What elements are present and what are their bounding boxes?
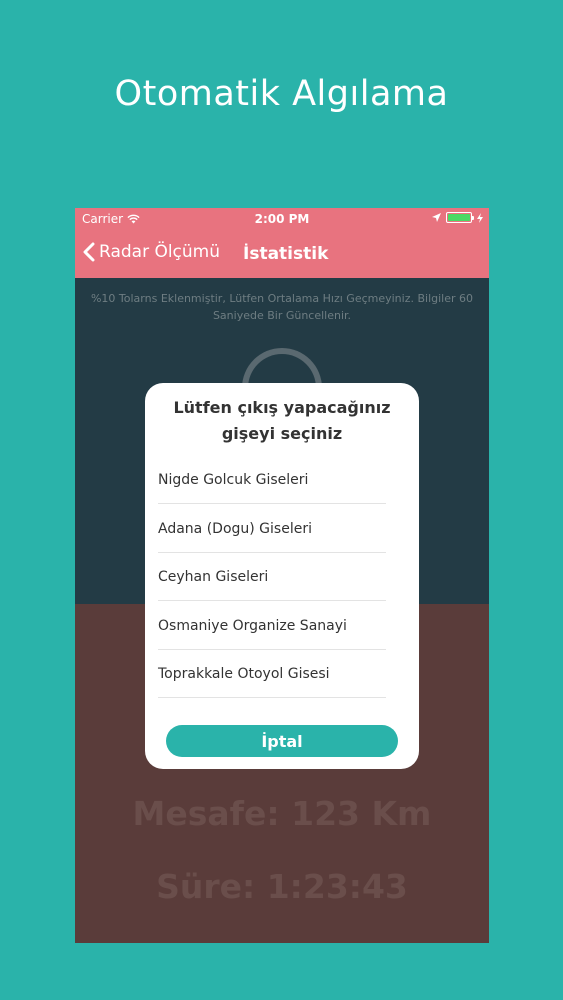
location-arrow-icon — [432, 213, 441, 222]
status-bar: Carrier 2:00 PM — [75, 208, 489, 230]
toll-option[interactable]: Nigde Golcuk Giseleri — [158, 456, 386, 504]
info-text: %10 Tolarns Eklenmiştir, Lütfen Ortalama… — [90, 292, 474, 322]
toll-option[interactable]: Adana (Dogu) Giseleri — [158, 505, 386, 553]
status-time: 2:00 PM — [254, 212, 310, 226]
back-button-label: Radar Ölçümü — [99, 242, 221, 262]
toll-selection-dialog: Lütfen çıkış yapacağınız gişeyi seçiniz … — [145, 383, 419, 769]
toll-option[interactable]: Osmaniye Organize Sanayi — [158, 602, 386, 650]
chevron-left-icon — [83, 242, 95, 262]
nav-title: İstatistik — [243, 244, 329, 264]
nav-bar: Radar Ölçümü İstatistik — [75, 230, 489, 278]
distance-label: Mesafe: 123 Km — [132, 794, 432, 833]
battery-icon — [446, 212, 474, 223]
back-button[interactable]: Radar Ölçümü — [83, 242, 220, 262]
toll-option[interactable]: Ceyhan Giseleri — [158, 553, 386, 601]
charging-bolt-icon — [477, 212, 483, 223]
dialog-title: Lütfen çıkış yapacağınız gişeyi seçiniz — [173, 398, 391, 443]
promo-title: Otomatik Algılama — [114, 74, 449, 114]
duration-label: Süre: 1:23:43 — [156, 867, 408, 906]
toll-option[interactable]: Toprakkale Otoyol Gisesi — [158, 650, 386, 698]
cancel-button[interactable]: İptal — [166, 725, 398, 757]
status-right — [432, 212, 483, 223]
